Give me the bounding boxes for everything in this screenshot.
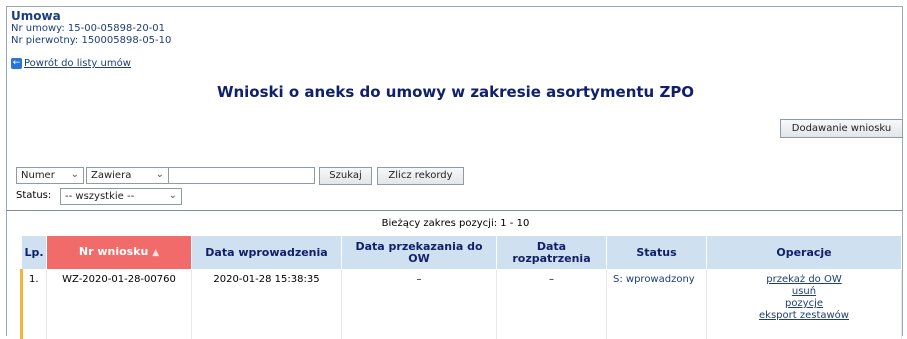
table-header-row: Lp. Nr wniosku ▲ Data wprowadzenia Data … — [22, 236, 902, 270]
row-lp: 1. — [22, 270, 47, 339]
operator-select-value: Zawiera — [91, 170, 131, 181]
op-delete-link[interactable]: usuń — [708, 286, 900, 298]
add-request-button[interactable]: Dodawanie wniosku — [780, 119, 903, 138]
original-number: Nr pierwotny: 150005898-05-10 — [11, 35, 171, 47]
divider — [7, 210, 902, 211]
count-records-button[interactable]: Zlicz rekordy — [377, 167, 464, 185]
col-operacje: Operacje — [707, 236, 902, 270]
contract-number: Nr umowy: 15-00-05898-20-01 — [11, 23, 171, 35]
status-label: Status: — [16, 190, 51, 201]
chevron-down-icon: ⌄ — [169, 188, 177, 203]
row-data-rozpatrzenia: – — [497, 270, 607, 339]
col-data-wprowadzenia[interactable]: Data wprowadzenia — [192, 236, 342, 270]
requests-table: Lp. Nr wniosku ▲ Data wprowadzenia Data … — [20, 235, 902, 339]
col-lp: Lp. — [22, 236, 47, 270]
col-data-przekazania[interactable]: Data przekazania do OW — [342, 236, 497, 270]
col-status[interactable]: Status — [607, 236, 707, 270]
search-input[interactable] — [168, 167, 315, 184]
op-send-to-ow-link[interactable]: przekaż do OW — [708, 274, 900, 286]
main-panel: Umowa Nr umowy: 15-00-05898-20-01 Nr pie… — [6, 6, 903, 336]
status-select[interactable]: -- wszystkie -- ⌄ — [60, 188, 182, 205]
operator-select[interactable]: Zawiera ⌄ — [86, 167, 169, 184]
page-title: Wnioski o aneks do umowy w zakresie asor… — [7, 83, 904, 101]
col-nr-wniosku[interactable]: Nr wniosku ▲ — [47, 236, 192, 270]
back-link[interactable]: Powrót do listy umów — [24, 58, 131, 69]
row-operations: przekaż do OW usuń pozycje eksport zesta… — [707, 270, 902, 339]
range-info: Bieżący zakres pozycji: 1 - 10 — [7, 218, 904, 229]
col-data-rozpatrzenia[interactable]: Data rozpatrzenia — [497, 236, 607, 270]
row-data-wprowadzenia: 2020-01-28 15:38:35 — [192, 270, 342, 339]
search-button[interactable]: Szukaj — [319, 167, 372, 185]
chevron-down-icon: ⌄ — [71, 167, 79, 182]
field-select-value: Numer — [21, 170, 55, 181]
back-to-list[interactable]: ← Powrót do listy umów — [11, 58, 131, 69]
back-arrow-icon: ← — [11, 58, 22, 69]
row-status: S: wprowadzony — [607, 270, 707, 339]
field-select[interactable]: Numer ⌄ — [16, 167, 84, 184]
contract-title: Umowa — [11, 10, 171, 23]
chevron-down-icon: ⌄ — [156, 167, 164, 182]
status-select-value: -- wszystkie -- — [65, 191, 134, 202]
row-data-przekazania: – — [342, 270, 497, 339]
table-row: 1. WZ-2020-01-28-00760 2020-01-28 15:38:… — [22, 270, 902, 339]
col-nr-wniosku-label: Nr wniosku — [79, 245, 148, 258]
sort-asc-icon: ▲ — [152, 248, 159, 258]
op-export-sets-link[interactable]: eksport zestawów — [708, 310, 900, 322]
contract-header: Umowa Nr umowy: 15-00-05898-20-01 Nr pie… — [11, 10, 171, 47]
op-items-link[interactable]: pozycje — [708, 298, 900, 310]
row-nr-wniosku: WZ-2020-01-28-00760 — [47, 270, 192, 339]
